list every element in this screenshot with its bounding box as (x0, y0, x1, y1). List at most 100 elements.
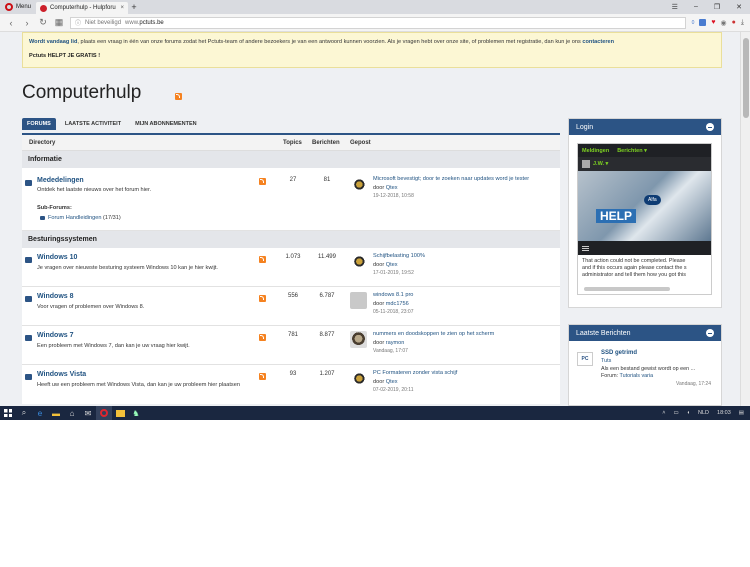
rss-icon[interactable] (259, 256, 266, 263)
category-header[interactable]: Besturingssystemen (22, 231, 560, 248)
messages-tab[interactable]: Berichten ▾ (617, 148, 647, 154)
last-post-title[interactable]: nummers en doodskoppen te zien op het sc… (373, 331, 494, 337)
last-post-date: Vandaag, 17:07 (373, 348, 408, 354)
user-bar[interactable]: J.W. ▾ (578, 157, 711, 171)
author-link[interactable]: mdc1756 (386, 301, 409, 307)
edge-icon[interactable]: e (32, 406, 48, 420)
opera-icon (100, 409, 108, 417)
avatar[interactable] (350, 176, 367, 193)
tab-subscriptions[interactable]: MIJN ABONNEMENTEN (130, 118, 202, 130)
avatar[interactable] (350, 331, 367, 348)
address-bar: ‹ › ↻ ▦ ⓘ Niet beveiligd www. pctuts.be 0… (0, 14, 750, 32)
search-icon[interactable]: ⌕ (16, 406, 32, 420)
network-icon[interactable]: ▭ (673, 410, 678, 416)
tab-forums[interactable]: FORUMS (22, 118, 56, 130)
forum-icon (25, 374, 32, 380)
explorer-icon[interactable] (112, 406, 128, 420)
user-menu-bar: Meldingen Berichten ▾ (578, 144, 711, 157)
login-header[interactable]: Login (569, 119, 721, 135)
user-avatar (582, 160, 590, 168)
forward-icon[interactable]: › (22, 18, 32, 28)
opera-taskbar-icon[interactable] (96, 406, 112, 420)
tab-latest-activity[interactable]: LAATSTE ACTIVITEIT (60, 118, 126, 130)
back-icon[interactable]: ‹ (6, 18, 16, 28)
scroll-thumb[interactable] (743, 38, 749, 118)
rss-icon[interactable] (259, 334, 266, 341)
reload-icon[interactable]: ↻ (38, 17, 48, 28)
rss-icon[interactable] (175, 93, 182, 100)
latest-posts-header[interactable]: Laatste Berichten (569, 325, 721, 341)
adblock-icon[interactable]: ● (732, 19, 736, 26)
avatar[interactable] (350, 253, 367, 270)
collapse-icon[interactable] (706, 123, 714, 131)
rss-icon[interactable] (259, 373, 266, 380)
avatar[interactable] (350, 292, 367, 309)
latest-post-category[interactable]: Tuts (601, 358, 611, 364)
vpn-icon[interactable] (699, 19, 707, 26)
error-line: That action could not be completed. Plea… (582, 258, 686, 264)
notice-join-link[interactable]: Wordt vandaag lid (29, 39, 77, 45)
latest-post-title[interactable]: SSD getrimd (601, 350, 637, 356)
pen-icon[interactable]: ▬ (48, 406, 64, 420)
app-icon[interactable]: ♞ (128, 406, 144, 420)
forum-row: Windows 8 Voor vragen of problemen over … (22, 287, 560, 326)
browser-tab-active[interactable]: Computerhulp - Hulpforu × (36, 2, 129, 14)
author-link[interactable]: Qtex (386, 379, 398, 385)
new-tab-button[interactable]: + (128, 2, 140, 12)
close-window-icon[interactable]: ✕ (736, 3, 742, 11)
collapse-icon[interactable] (706, 329, 714, 337)
mobile-nav-bar (578, 241, 711, 255)
notifications-icon[interactable]: ▤ (739, 410, 744, 416)
web-page: Wordt vandaag lid, plaats een vraag in é… (0, 32, 740, 406)
page-scrollbar[interactable] (740, 32, 750, 406)
category-header[interactable]: Informatie (22, 151, 560, 168)
avatar[interactable] (350, 370, 367, 387)
subforum-link[interactable]: Forum Handleidingen (17/31) (40, 215, 121, 221)
forum-link[interactable]: Tutorials varia (619, 373, 653, 379)
forum-name[interactable]: Windows 10 (37, 254, 77, 261)
notice-help: Pctuts HELPT JE GRATIS ! (29, 53, 101, 59)
author-link[interactable]: Qtex (386, 185, 398, 191)
rss-icon[interactable] (259, 178, 266, 185)
language[interactable]: NLD (698, 410, 709, 416)
window-controls: ☰ – ❐ ✕ (672, 3, 750, 11)
store-icon[interactable]: ⌂ (64, 406, 80, 420)
post-count: 6.787 (319, 293, 335, 299)
volume-icon[interactable]: ◖ (687, 410, 690, 416)
last-post-title[interactable]: Microsoft bevestigt; door te zoeken naar… (373, 176, 529, 182)
last-post-title[interactable]: PC Formateren zonder vista schijf (373, 370, 457, 376)
rss-icon[interactable] (259, 295, 266, 302)
windows-icon (4, 409, 12, 417)
download-icon[interactable]: ⤓ (741, 19, 744, 27)
tab-menu-icon[interactable]: ☰ (672, 3, 678, 11)
last-post-title[interactable]: windows 8.1 pro (373, 292, 413, 298)
contact-link[interactable]: contacteren (582, 39, 614, 45)
clock[interactable]: 18:03 (717, 410, 731, 416)
forum-name[interactable]: Mededelingen (37, 177, 84, 184)
start-button[interactable] (0, 406, 16, 420)
opera-menu-button[interactable]: Menu (0, 0, 36, 14)
notifications-tab[interactable]: Meldingen (582, 148, 609, 154)
snapshot-icon[interactable]: ◉ (721, 19, 727, 27)
forum-row: Mededelingen Ontdek het laatste nieuws o… (22, 168, 560, 231)
forum-name[interactable]: Windows Vista (37, 371, 86, 378)
restore-icon[interactable]: ❐ (714, 3, 720, 11)
heart-icon[interactable]: ♥ (711, 19, 715, 26)
speed-dial-icon[interactable]: ▦ (54, 17, 64, 28)
minimize-icon[interactable]: – (694, 3, 698, 11)
author-link[interactable]: raymon (386, 340, 405, 346)
security-label[interactable]: Niet beveiligd (85, 20, 121, 26)
url-field[interactable]: ⓘ Niet beveiligd www. pctuts.be (70, 16, 686, 29)
tab-title: Computerhulp - Hulpforu (50, 5, 116, 11)
frame-scrollbar[interactable] (584, 287, 670, 291)
forum-name[interactable]: Windows 7 (37, 332, 74, 339)
mail-icon[interactable]: ✉ (80, 406, 96, 420)
chevron-up-icon[interactable]: ˄ (662, 410, 665, 416)
subforum-icon (40, 215, 45, 220)
forum-name[interactable]: Windows 8 (37, 293, 74, 300)
hamburger-icon[interactable] (582, 245, 589, 251)
last-post-title[interactable]: Schijfbelasting 100% (373, 253, 425, 259)
author-link[interactable]: Qtex (386, 262, 398, 268)
tab-close-icon[interactable]: × (121, 5, 125, 11)
not-secure-icon[interactable]: ⓘ (75, 18, 81, 27)
